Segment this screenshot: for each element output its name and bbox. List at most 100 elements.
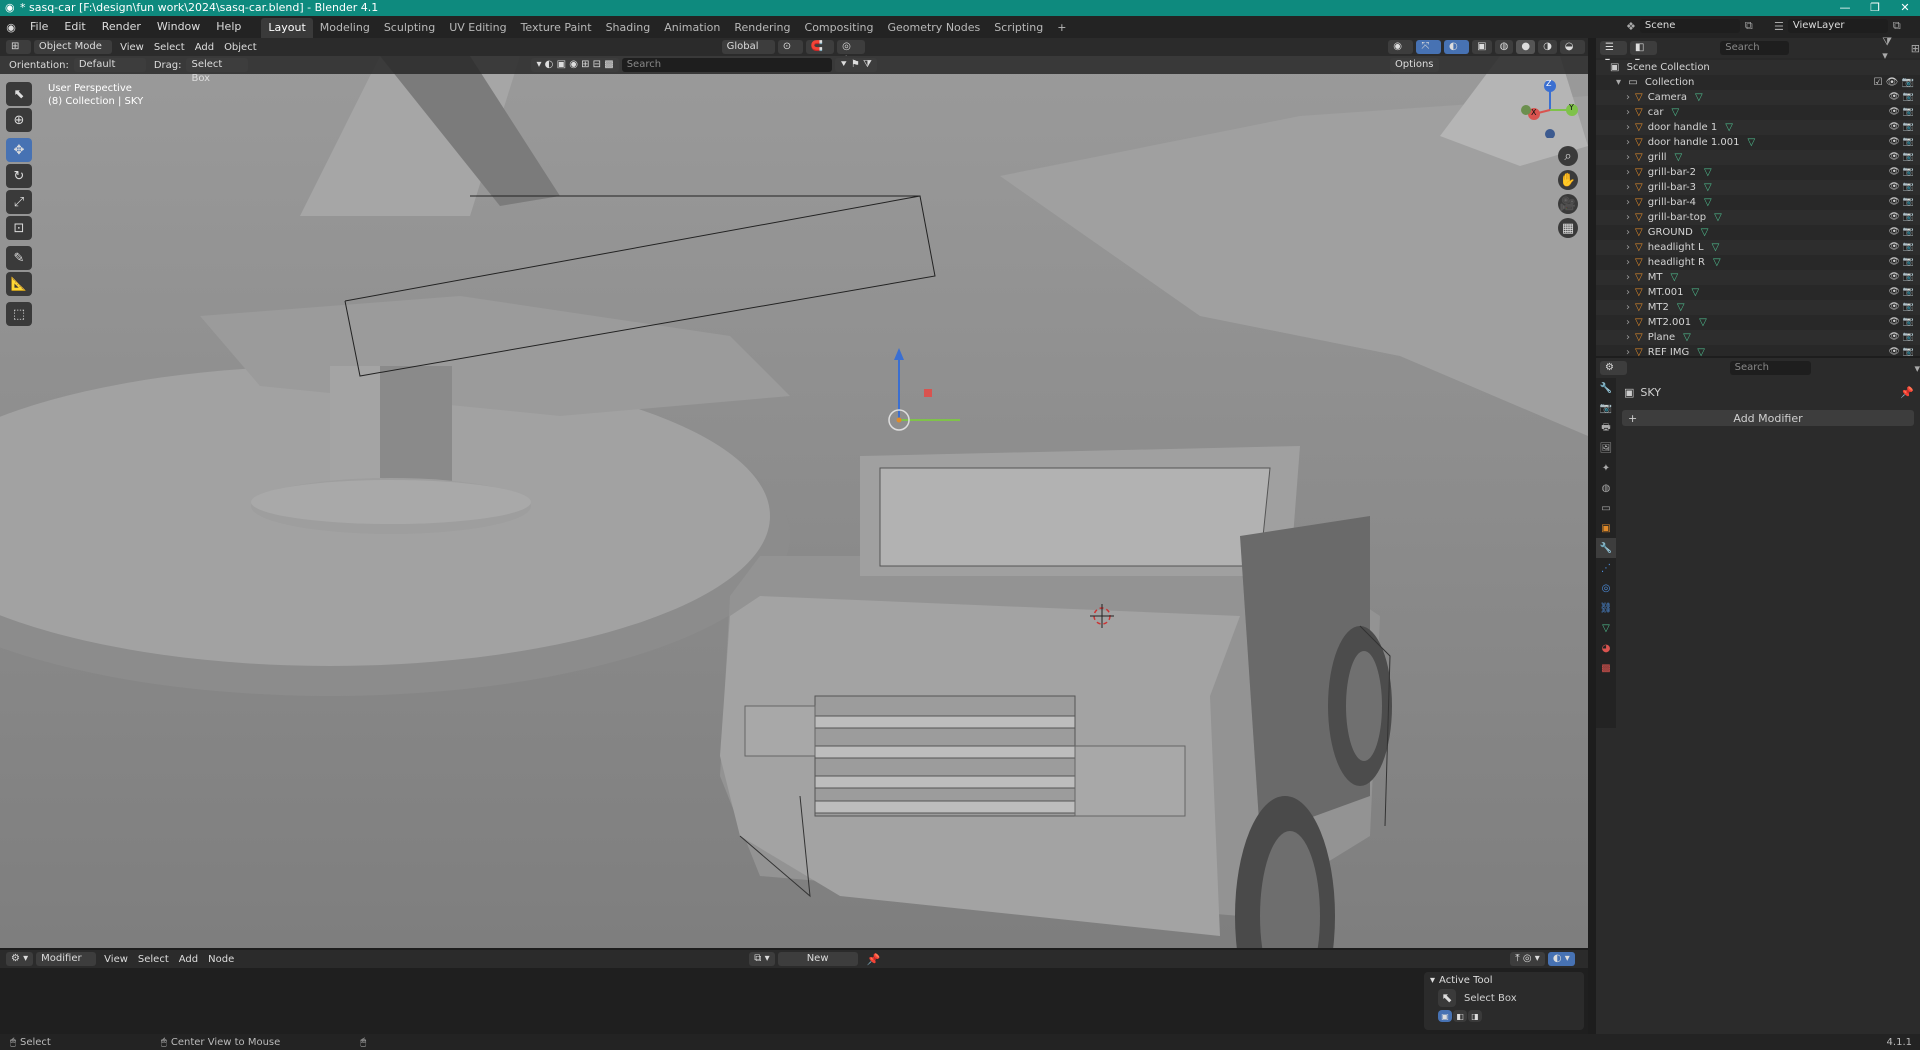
wireframe-shading-icon[interactable]: ◍ <box>1494 40 1514 54</box>
menu-object[interactable]: Object <box>219 42 262 53</box>
bottom-menu-view[interactable]: View <box>99 954 133 965</box>
visibility-toggle-icons[interactable]: 👁 📷 <box>1889 330 1915 345</box>
drag-dropdown[interactable]: Select Box <box>186 58 249 84</box>
snap-icon[interactable]: 🧲 ▾ <box>805 40 835 66</box>
solid-shading-icon[interactable]: ● <box>1516 40 1536 54</box>
tab-compositing[interactable]: Compositing <box>798 18 881 38</box>
outliner-display-mode-icon[interactable]: ◧ ▾ <box>1629 41 1658 67</box>
tree-collection[interactable]: ▾ ▭ Collection ☑ 👁 📷 <box>1596 75 1920 90</box>
visibility-toggle-icons[interactable]: 👁 📷 <box>1889 195 1915 210</box>
bottom-pin-icon[interactable]: 📌 <box>867 953 881 966</box>
outliner-item[interactable]: › ▽ Plane ▽ 👁 📷 <box>1596 330 1920 345</box>
chevron-right-icon[interactable]: › <box>1626 287 1630 298</box>
menu-window[interactable]: Window <box>149 16 208 38</box>
tab-uv-editing[interactable]: UV Editing <box>442 18 513 38</box>
menu-view[interactable]: View <box>115 42 149 53</box>
visibility-toggle-icons[interactable]: 👁 📷 <box>1889 135 1915 150</box>
visibility-toggle-icons[interactable]: 👁 📷 <box>1889 105 1915 120</box>
xray-icon[interactable]: ▣ <box>1472 40 1492 54</box>
visibility-toggle-icons[interactable]: 👁 📷 <box>1889 165 1915 180</box>
new-view-layer-icon[interactable]: ⧉ <box>1893 19 1901 33</box>
outliner-item[interactable]: › ▽ MT.001 ▽ 👁 📷 <box>1596 285 1920 300</box>
close-icon[interactable]: ✕ <box>1890 0 1920 16</box>
tab-shading[interactable]: Shading <box>599 18 658 38</box>
material-shading-icon[interactable]: ◑ <box>1538 40 1557 54</box>
tab-texture-paint[interactable]: Texture Paint <box>514 18 599 38</box>
world-tab-icon[interactable]: ◍ <box>1596 478 1616 498</box>
node-editor-area[interactable]: ▾ Active Tool ⬉ Select Box ▣ ◧ ◨ <box>0 968 1588 1034</box>
render-tab-icon[interactable]: 📷 <box>1596 398 1616 418</box>
physics-tab-icon[interactable]: ◎ <box>1596 578 1616 598</box>
collection-tab-icon[interactable]: ▭ <box>1596 498 1616 518</box>
chevron-right-icon[interactable]: › <box>1626 272 1630 283</box>
outliner-item[interactable]: › ▽ GROUND ▽ 👁 📷 <box>1596 225 1920 240</box>
outliner-item[interactable]: › ▽ MT2 ▽ 👁 📷 <box>1596 300 1920 315</box>
chevron-right-icon[interactable]: › <box>1626 302 1630 313</box>
pan-hand-icon[interactable]: ✋ <box>1558 170 1578 190</box>
menu-help[interactable]: Help <box>208 16 249 38</box>
chevron-right-icon[interactable]: › <box>1626 182 1630 193</box>
selectability-icons[interactable]: ▾ ◐ ▣ ◉ ⊞ ⊟ ▩ <box>531 58 619 72</box>
visibility-toggle-icons[interactable]: 👁 📷 <box>1889 180 1915 195</box>
select-subtract-icon[interactable]: ◨ <box>1468 1010 1482 1022</box>
rotate-tool-icon[interactable]: ↻ <box>6 164 32 188</box>
constraints-tab-icon[interactable]: ⛓ <box>1596 598 1616 618</box>
transform-orientation-dropdown[interactable]: Global <box>721 40 775 54</box>
blender-menu-icon[interactable]: ◉ <box>0 21 22 34</box>
modifier-tab-icon[interactable]: 🔧 <box>1596 538 1616 558</box>
orientation-dropdown[interactable]: Default <box>73 58 146 72</box>
outliner-item[interactable]: › ▽ headlight L ▽ 👁 📷 <box>1596 240 1920 255</box>
visibility-toggle-icons[interactable]: 👁 📷 <box>1889 270 1915 285</box>
outliner-editor-icon[interactable]: ☰ ▾ <box>1600 41 1627 67</box>
scale-tool-icon[interactable]: ⤢ <box>6 190 32 214</box>
navigation-gizmo[interactable]: Z Y X <box>1520 78 1580 139</box>
perspective-grid-icon[interactable]: ▦ <box>1558 218 1578 238</box>
chevron-right-icon[interactable]: › <box>1626 137 1630 148</box>
3d-viewport[interactable]: User Perspective (8) Collection | SKY Z … <box>0 56 1588 948</box>
move-tool-icon[interactable]: ✥ <box>6 138 32 162</box>
scene-selector[interactable]: ❖ Scene ⧉ <box>1626 19 1753 33</box>
zoom-icon[interactable]: ⌕ <box>1558 146 1578 166</box>
visibility-toggle-icons[interactable]: 👁 📷 <box>1889 315 1915 330</box>
scene-tab-icon[interactable]: ✦ <box>1596 458 1616 478</box>
outliner-item[interactable]: › ▽ grill-bar-2 ▽ 👁 📷 <box>1596 165 1920 180</box>
bottom-snap-icon[interactable]: ⤒ ◎ ▾ <box>1510 952 1545 966</box>
visibility-toggle-icons[interactable]: 👁 📷 <box>1889 225 1915 240</box>
properties-search-input[interactable]: Search <box>1729 361 1812 375</box>
select-extend-icon[interactable]: ◧ <box>1453 1010 1467 1022</box>
new-node-group-button[interactable]: New <box>777 952 858 966</box>
maximize-icon[interactable]: ❐ <box>1860 0 1890 16</box>
add-modifier-button[interactable]: + Add Modifier <box>1622 410 1914 426</box>
visibility-toggle-icons[interactable]: 👁 📷 <box>1889 210 1915 225</box>
properties-options-icon[interactable]: ▾ <box>1914 362 1920 375</box>
outliner-item[interactable]: › ▽ headlight R ▽ 👁 📷 <box>1596 255 1920 270</box>
menu-edit[interactable]: Edit <box>56 16 93 38</box>
outliner-item[interactable]: › ▽ MT ▽ 👁 📷 <box>1596 270 1920 285</box>
visibility-toggle-icons[interactable]: 👁 📷 <box>1889 255 1915 270</box>
pin-icon[interactable]: 📌 <box>1900 386 1914 399</box>
transform-tool-icon[interactable]: ⊡ <box>6 216 32 240</box>
view-layer-name[interactable]: ViewLayer <box>1787 19 1888 33</box>
add-cube-tool-icon[interactable]: ⬚ <box>6 302 32 326</box>
active-tool-header[interactable]: ▾ Active Tool <box>1424 972 1584 988</box>
chevron-right-icon[interactable]: › <box>1626 242 1630 253</box>
chevron-right-icon[interactable]: › <box>1626 347 1630 358</box>
chevron-down-icon[interactable]: ▾ <box>1616 77 1621 88</box>
visibility-toggle-icons[interactable]: 👁 📷 <box>1889 120 1915 135</box>
collection-visibility-icons[interactable]: ☑ 👁 📷 <box>1874 75 1914 90</box>
view-layer-tab-icon[interactable]: 🖼 <box>1596 438 1616 458</box>
bottom-menu-node[interactable]: Node <box>203 954 239 965</box>
data-tab-icon[interactable]: ▽ <box>1596 618 1616 638</box>
chevron-right-icon[interactable]: › <box>1626 212 1630 223</box>
outliner-item[interactable]: › ▽ grill-bar-top ▽ 👁 📷 <box>1596 210 1920 225</box>
chevron-right-icon[interactable]: › <box>1626 227 1630 238</box>
pivot-icon[interactable]: ⊙ ▾ <box>777 40 803 66</box>
cursor-tool-icon[interactable]: ⊕ <box>6 108 32 132</box>
chevron-right-icon[interactable]: › <box>1626 107 1630 118</box>
outliner-item[interactable]: › ▽ grill-bar-4 ▽ 👁 📷 <box>1596 195 1920 210</box>
outliner-filter-icon[interactable]: ⧩ ▾ <box>1882 35 1901 62</box>
minimize-icon[interactable]: — <box>1830 0 1860 16</box>
measure-tool-icon[interactable]: 📐 <box>6 272 32 296</box>
menu-render[interactable]: Render <box>94 16 149 38</box>
outliner-item[interactable]: › ▽ MT2.001 ▽ 👁 📷 <box>1596 315 1920 330</box>
